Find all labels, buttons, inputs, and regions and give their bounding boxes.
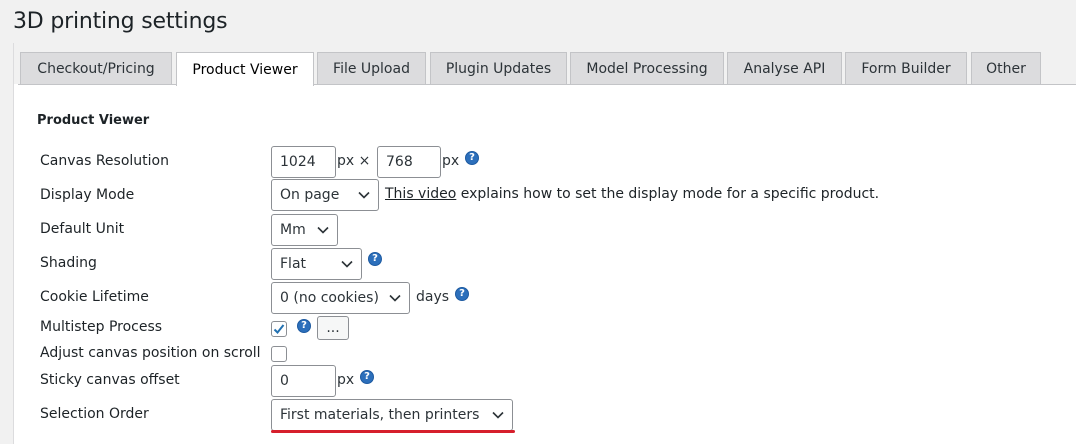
checkmark-icon <box>273 324 285 334</box>
canvas-resolution-label: Canvas Resolution <box>40 153 169 169</box>
display-mode-note: This video explains how to set the displ… <box>385 186 879 202</box>
tab-checkout-pricing[interactable]: Checkout/Pricing <box>20 52 172 84</box>
selection-order-value: First materials, then printers <box>280 407 480 423</box>
adjust-canvas-checkbox[interactable] <box>271 346 287 362</box>
tab-other[interactable]: Other <box>971 52 1041 84</box>
selection-order-select[interactable]: First materials, then printers <box>271 399 513 431</box>
shading-label: Shading <box>40 255 97 271</box>
display-mode-note-text: explains how to set the display mode for… <box>460 186 880 202</box>
tab-product-viewer[interactable]: Product Viewer <box>176 52 314 86</box>
chevron-down-icon <box>358 191 370 199</box>
chevron-down-icon <box>341 260 353 268</box>
help-icon[interactable]: ? <box>360 370 374 384</box>
shading-select[interactable]: Flat <box>271 248 362 280</box>
tab-plugin-updates[interactable]: Plugin Updates <box>430 52 567 84</box>
tab-analyse-api[interactable]: Analyse API <box>727 52 842 84</box>
adjust-canvas-label: Adjust canvas position on scroll <box>40 345 261 361</box>
default-unit-label: Default Unit <box>40 221 125 237</box>
sticky-offset-unit: px <box>337 372 355 388</box>
sticky-offset-label: Sticky canvas offset <box>40 372 180 388</box>
multistep-options-button[interactable]: ... <box>317 316 349 340</box>
page-title: 3D printing settings <box>13 9 228 34</box>
default-unit-value: Mm <box>280 222 306 238</box>
chevron-down-icon <box>317 226 329 234</box>
canvas-width-unit: px × <box>337 153 371 169</box>
sticky-offset-input[interactable]: 0 <box>271 365 336 397</box>
tab-file-upload[interactable]: File Upload <box>317 52 426 84</box>
this-video-link[interactable]: This video <box>385 186 456 202</box>
display-mode-select[interactable]: On page <box>271 179 379 211</box>
canvas-width-input[interactable]: 1024 <box>271 146 336 178</box>
tab-model-processing[interactable]: Model Processing <box>570 52 724 84</box>
shading-value: Flat <box>280 256 307 272</box>
multistep-process-checkbox[interactable] <box>271 321 287 337</box>
selection-order-label: Selection Order <box>40 406 149 422</box>
canvas-height-unit: px <box>442 153 460 169</box>
multistep-process-label: Multistep Process <box>40 319 163 335</box>
cookie-lifetime-suffix: days <box>416 289 450 305</box>
cookie-lifetime-value: 0 (no cookies) <box>280 290 379 306</box>
help-icon[interactable]: ? <box>297 319 311 333</box>
chevron-down-icon <box>389 294 401 302</box>
help-icon[interactable]: ? <box>455 287 469 301</box>
chevron-down-icon <box>492 411 504 419</box>
cookie-lifetime-select[interactable]: 0 (no cookies) <box>271 282 410 314</box>
tab-form-builder[interactable]: Form Builder <box>845 52 967 84</box>
help-icon[interactable]: ? <box>368 252 382 266</box>
display-mode-label: Display Mode <box>40 187 135 203</box>
display-mode-value: On page <box>280 187 340 203</box>
cookie-lifetime-label: Cookie Lifetime <box>40 289 149 305</box>
help-icon[interactable]: ? <box>465 151 479 165</box>
canvas-height-input[interactable]: 768 <box>377 146 441 178</box>
section-title: Product Viewer <box>37 113 150 128</box>
default-unit-select[interactable]: Mm <box>271 214 338 246</box>
